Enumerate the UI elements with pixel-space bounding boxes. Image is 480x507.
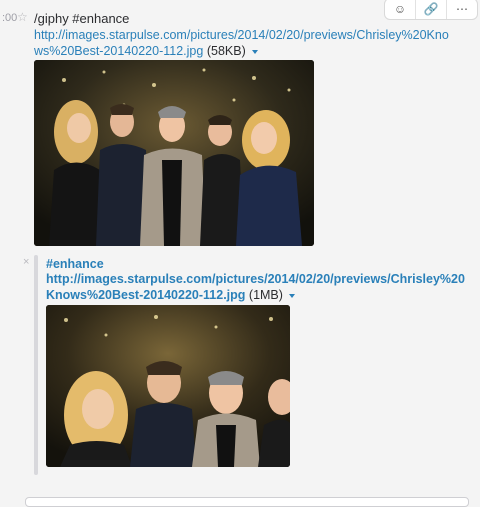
more-icon[interactable]: ⋯ (447, 0, 477, 19)
chevron-down-icon[interactable] (289, 293, 296, 298)
message-actions: ☺ 🔗 ⋯ (384, 0, 478, 20)
preview-image[interactable] (34, 60, 314, 246)
attachment-link-line: http://images.starpulse.com/pictures/201… (46, 271, 466, 303)
attachment-title[interactable]: #enhance (46, 257, 104, 271)
message-link-line: http://images.starpulse.com/pictures/201… (34, 27, 454, 59)
message-text: /giphy #enhance (34, 11, 130, 26)
message: :00 ☆ /giphy #enhance http://images.star… (0, 0, 480, 495)
attachment-size: (1MB) (248, 288, 283, 302)
attachment-bar (34, 255, 38, 475)
message-timestamp[interactable]: :00 (2, 12, 17, 24)
attachment: × #enhance http://images.starpulse.com/p… (23, 255, 474, 475)
attachment-image[interactable] (46, 305, 290, 467)
file-size: (58KB) (206, 44, 246, 58)
message-input[interactable] (25, 497, 469, 507)
emoji-add-icon[interactable]: ☺ (385, 0, 416, 19)
star-icon[interactable]: ☆ (17, 10, 28, 24)
link-icon[interactable]: 🔗 (416, 0, 447, 19)
chevron-down-icon[interactable] (252, 49, 259, 54)
close-icon[interactable]: × (23, 256, 29, 268)
